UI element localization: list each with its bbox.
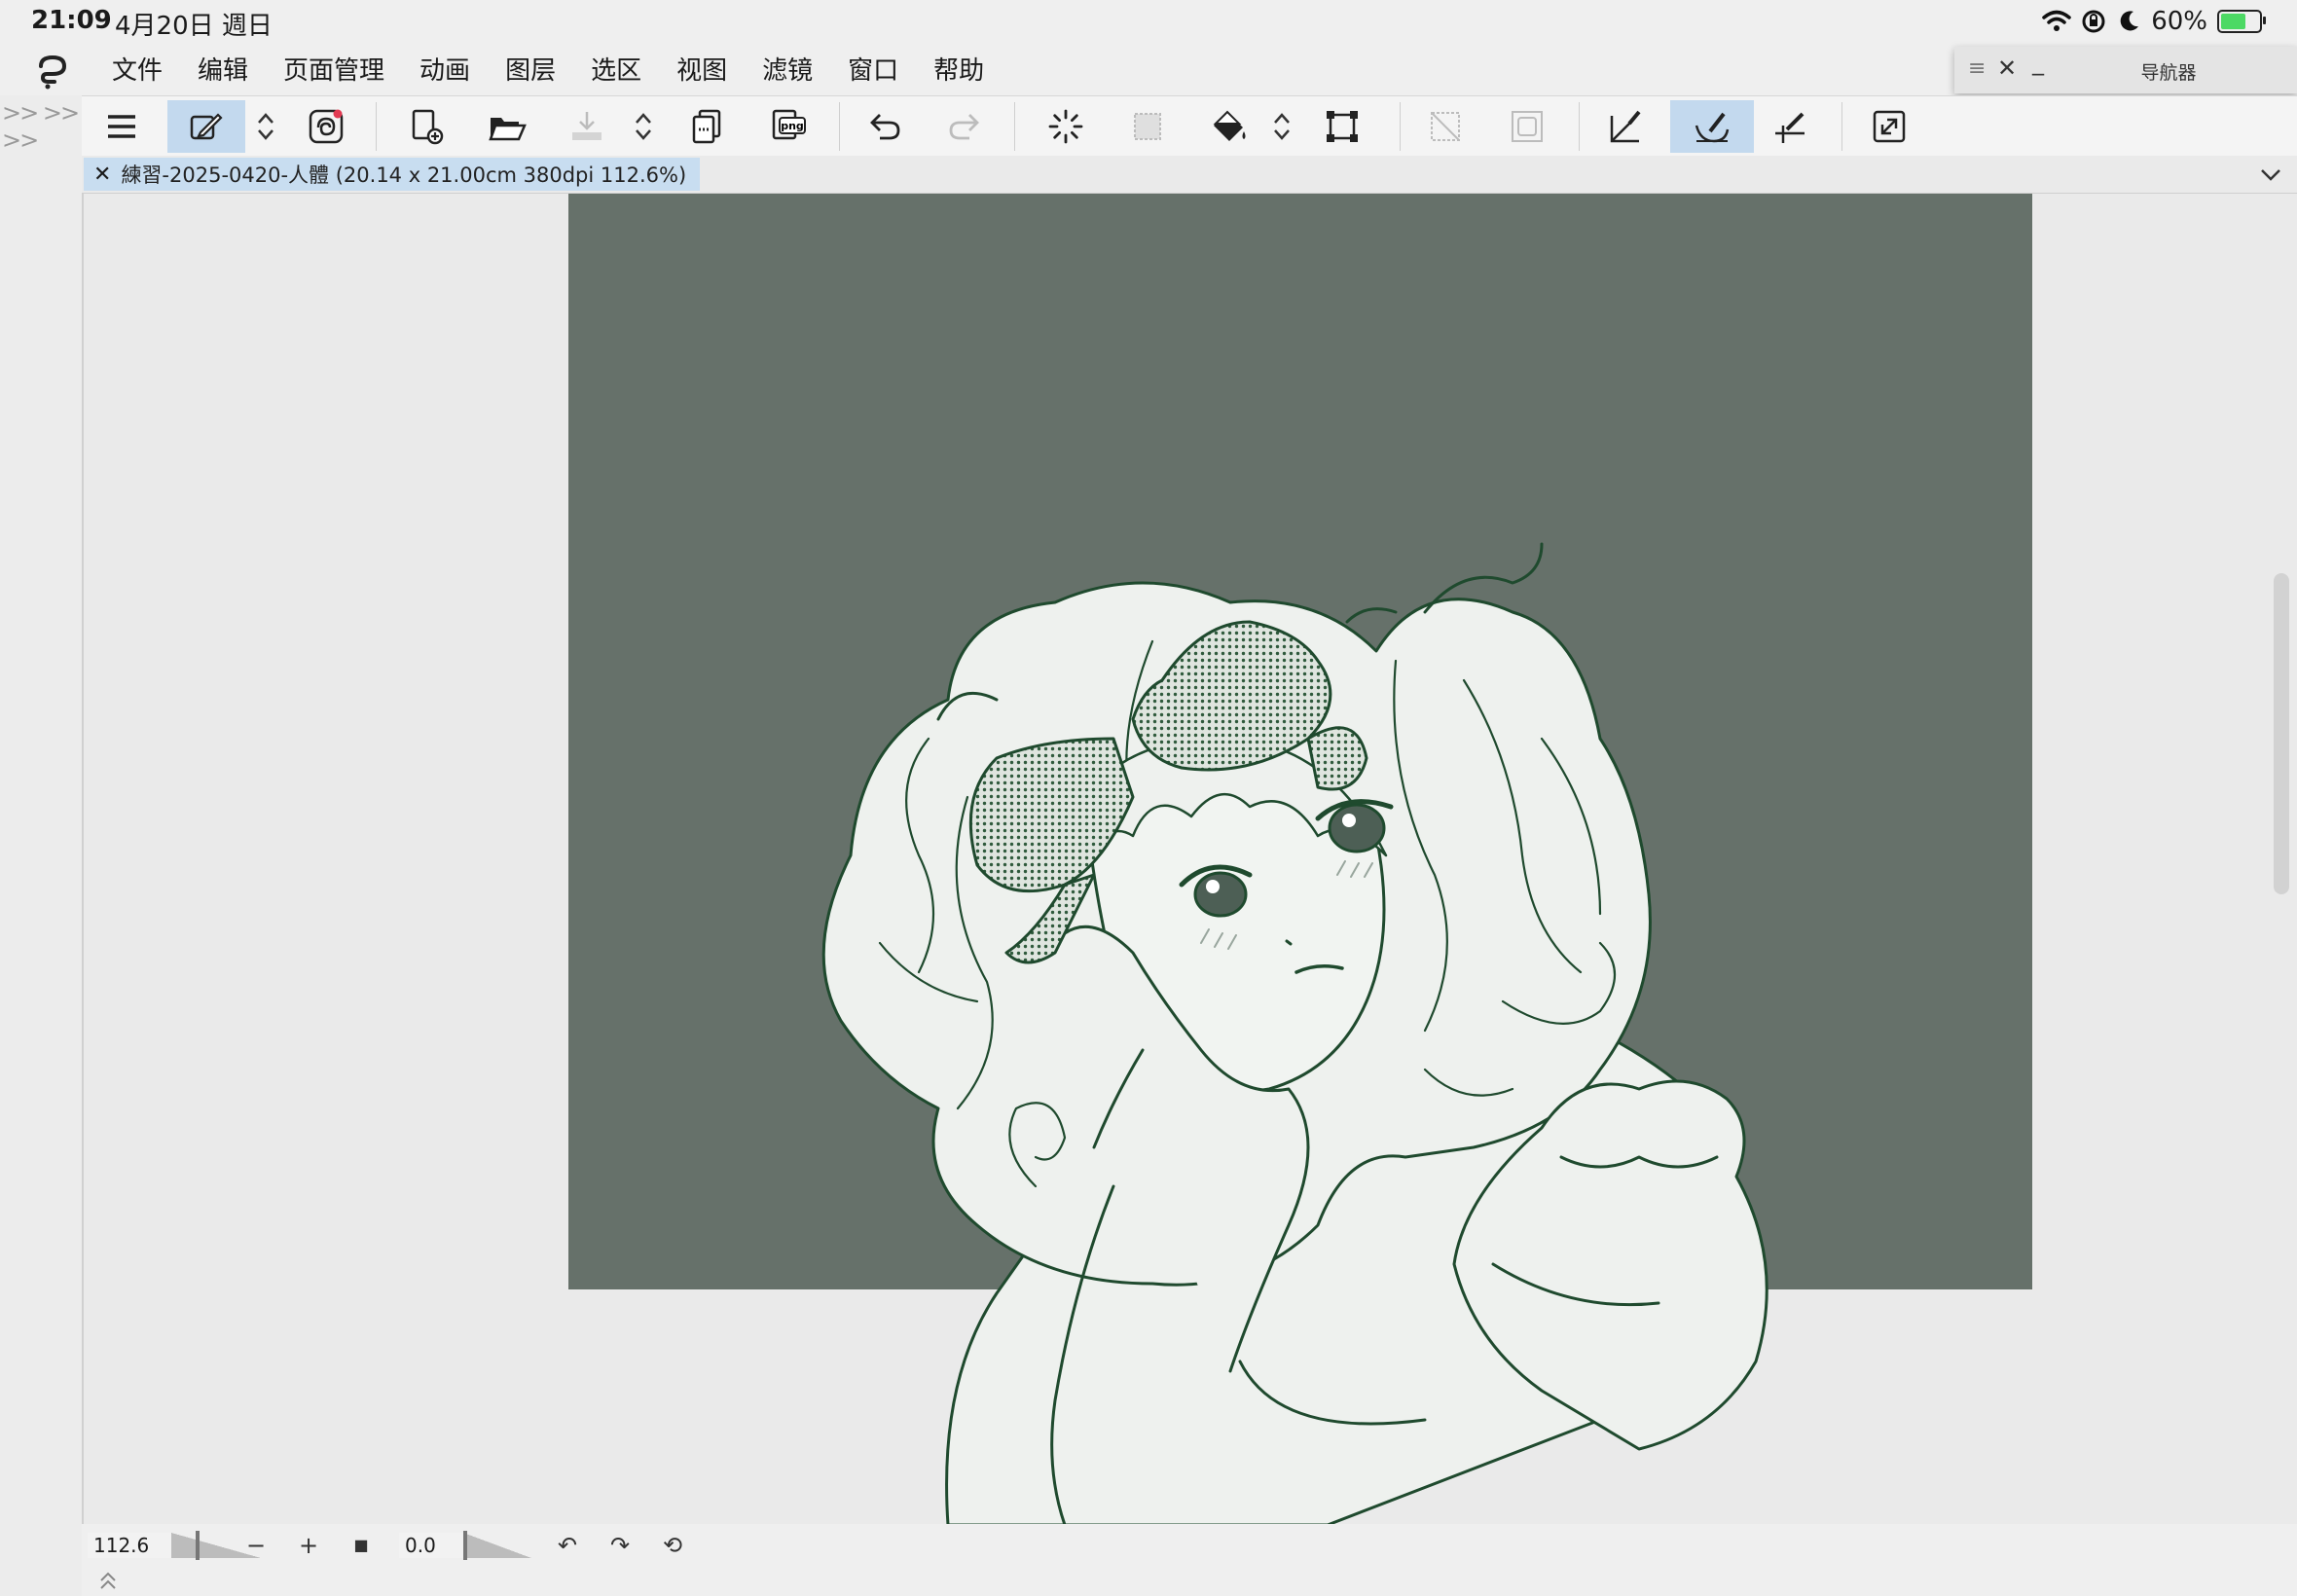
- artwork[interactable]: [82, 194, 2297, 1525]
- navigator-panel: ≡ ✕ _ 导航器: [1954, 47, 2297, 93]
- menu-item[interactable]: 选区: [576, 53, 656, 90]
- snap-grid-icon[interactable]: [1760, 100, 1820, 153]
- left-dock: >> >> >>: [0, 95, 82, 1596]
- open-icon[interactable]: [477, 100, 537, 153]
- up-down-icon[interactable]: [249, 100, 282, 153]
- invert-selection-icon[interactable]: [1497, 100, 1557, 153]
- menu-items: 文件 编辑 页面管理 动画 图层 选区 视图 滤镜 窗口 帮助: [97, 53, 1004, 90]
- battery-icon: [2217, 10, 2266, 33]
- up-down-icon[interactable]: [627, 100, 660, 153]
- rotation-control: 0.0: [399, 1531, 531, 1560]
- menu-item[interactable]: 图层: [491, 53, 570, 90]
- rotate-left-button[interactable]: ↶: [553, 1532, 582, 1561]
- close-icon[interactable]: ✕: [1997, 54, 2017, 82]
- close-icon[interactable]: ✕: [93, 163, 111, 187]
- battery-fill: [2221, 14, 2246, 29]
- save-icon[interactable]: [557, 100, 617, 153]
- zoom-out-button[interactable]: −: [241, 1532, 271, 1561]
- export-png-icon[interactable]: png: [759, 100, 820, 153]
- duplicate-icon[interactable]: [677, 100, 738, 153]
- menu-item[interactable]: 编辑: [183, 53, 263, 90]
- orientation-lock-icon: [2082, 10, 2105, 33]
- wifi-icon: [2042, 10, 2071, 31]
- canvas-area[interactable]: [82, 194, 2297, 1525]
- chevron-down-icon[interactable]: [2256, 160, 2285, 189]
- quick-access-icon[interactable]: [167, 100, 245, 153]
- status-bar: 21:09 4月20日 週日 60%: [0, 0, 2297, 45]
- zoom-control: 112.6: [88, 1531, 261, 1560]
- companion-icon[interactable]: [296, 100, 356, 153]
- menu-icon[interactable]: [91, 100, 152, 153]
- snap-special-ruler-icon[interactable]: [1670, 100, 1754, 153]
- menu-item[interactable]: 帮助: [919, 53, 999, 90]
- redo-icon[interactable]: [934, 100, 995, 153]
- menu-item[interactable]: 动画: [405, 53, 485, 90]
- zoom-in-button[interactable]: +: [294, 1532, 323, 1561]
- canvas-tab-bar: ✕ 練習-2025-0420-人體 (20.14 x 21.00cm 380dp…: [82, 156, 2297, 194]
- menu-item[interactable]: 视图: [662, 53, 742, 90]
- status-indicators: 60%: [2042, 4, 2266, 39]
- status-date: 4月20日 週日: [115, 12, 273, 41]
- zoom-value[interactable]: 112.6: [88, 1533, 171, 1558]
- canvas-tab-label: 練習-2025-0420-人體 (20.14 x 21.00cm 380dpi …: [121, 163, 687, 187]
- focus-moon-icon: [2120, 11, 2139, 31]
- menu-item[interactable]: 页面管理: [269, 53, 399, 90]
- chevron-up-icon[interactable]: [93, 1569, 123, 1592]
- menu-item[interactable]: 滤镜: [747, 53, 827, 90]
- reset-rotation-button[interactable]: ⟲: [658, 1532, 687, 1561]
- canvas-tab[interactable]: ✕ 練習-2025-0420-人體 (20.14 x 21.00cm 380dp…: [84, 158, 701, 191]
- menu-item[interactable]: 文件: [97, 53, 177, 90]
- expand-dock-icon[interactable]: >> >> >>: [2, 99, 82, 154]
- menu-bar: 文件 编辑 页面管理 动画 图层 选区 视图 滤镜 窗口 帮助: [0, 45, 2297, 95]
- snap-ruler-icon[interactable]: [1596, 100, 1657, 153]
- status-time: 21:09: [31, 6, 112, 35]
- transform-selection-icon[interactable]: [1117, 100, 1178, 153]
- clear-selection-icon[interactable]: [1415, 100, 1476, 153]
- minimize-icon[interactable]: _: [2032, 49, 2044, 76]
- drag-handle-icon[interactable]: ≡: [1968, 56, 1986, 81]
- fullscreen-icon[interactable]: [1859, 100, 1919, 153]
- undo-icon[interactable]: [855, 100, 915, 153]
- navigation-bar: 112.6 − + ■ 0.0 ↶ ↷ ⟲: [82, 1524, 2297, 1567]
- rotate-right-button[interactable]: ↷: [605, 1532, 635, 1561]
- up-down-icon[interactable]: [1265, 100, 1298, 153]
- svg-text:png: png: [781, 120, 804, 132]
- crop-icon[interactable]: [1312, 100, 1372, 153]
- navigator-title: 导航器: [2140, 62, 2197, 84]
- fit-to-screen-button[interactable]: ■: [346, 1532, 376, 1561]
- command-bar: png: [82, 95, 2297, 158]
- menu-item[interactable]: 窗口: [833, 53, 913, 90]
- clip-studio-logo[interactable]: [33, 53, 72, 91]
- new-canvas-icon[interactable]: [397, 100, 457, 153]
- fill-icon[interactable]: [1199, 100, 1259, 153]
- rotation-value[interactable]: 0.0: [399, 1533, 463, 1558]
- vertical-scrollbar[interactable]: [2274, 573, 2289, 894]
- rotation-slider[interactable]: [463, 1531, 531, 1560]
- battery-percent: 60%: [2151, 7, 2207, 36]
- loading-icon[interactable]: [1036, 100, 1096, 153]
